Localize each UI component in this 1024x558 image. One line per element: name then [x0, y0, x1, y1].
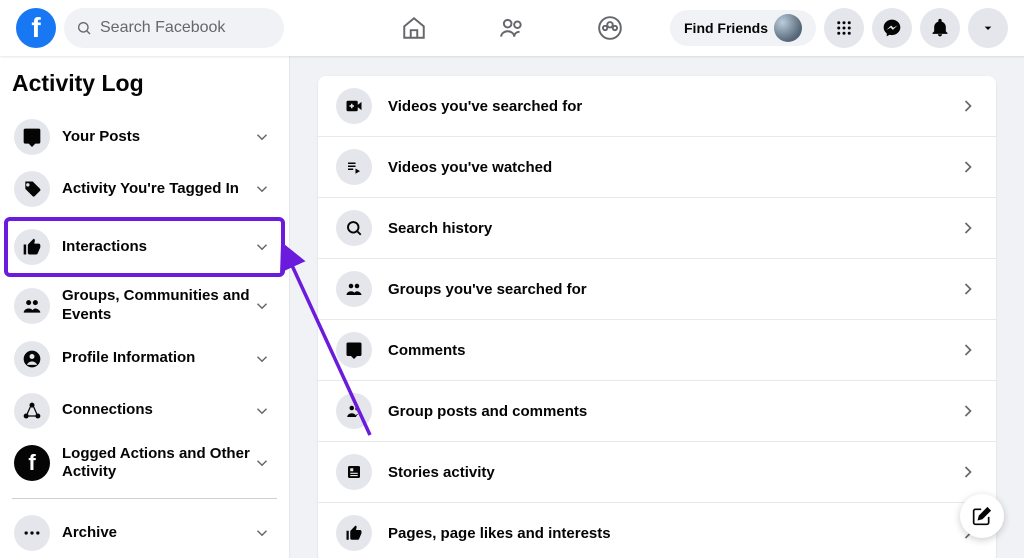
friends-nav[interactable] — [498, 14, 526, 42]
row-stories-activity[interactable]: Stories activity — [318, 441, 996, 502]
chevron-right-icon — [958, 340, 978, 360]
page-title: Activity Log — [8, 66, 281, 111]
messenger-icon — [882, 18, 902, 38]
chevron-right-icon — [958, 462, 978, 482]
row-label: Comments — [388, 342, 958, 359]
main-content: Videos you've searched for Videos you've… — [290, 56, 1024, 558]
divider — [12, 498, 277, 499]
row-group-posts-comments[interactable]: Group posts and comments — [318, 380, 996, 441]
sidebar-item-connections[interactable]: Connections — [8, 385, 281, 437]
sidebar: Activity Log Your Posts Activity You're … — [0, 56, 290, 558]
bell-icon — [930, 18, 950, 38]
row-search-history[interactable]: Search history — [318, 197, 996, 258]
groups-nav-icon — [597, 15, 623, 41]
chevron-down-icon — [253, 238, 271, 256]
messenger-button[interactable] — [872, 8, 912, 48]
find-friends-label: Find Friends — [684, 20, 768, 36]
chevron-down-icon — [253, 350, 271, 368]
sidebar-item-interactions[interactable]: Interactions — [4, 217, 285, 277]
like-icon — [14, 229, 50, 265]
video-add-icon — [336, 88, 372, 124]
center-nav — [400, 14, 624, 42]
sidebar-item-label: Activity You're Tagged In — [62, 180, 253, 199]
sidebar-item-label: Your Posts — [62, 128, 253, 147]
row-label: Videos you've watched — [388, 159, 958, 176]
search-icon — [76, 20, 92, 36]
stories-icon — [336, 454, 372, 490]
chevron-down-icon — [253, 128, 271, 146]
facebook-icon: f — [14, 445, 50, 481]
caret-icon — [980, 20, 996, 36]
chevron-down-icon — [253, 454, 271, 472]
chevron-right-icon — [958, 401, 978, 421]
row-groups-searched[interactable]: Groups you've searched for — [318, 258, 996, 319]
chevron-down-icon — [253, 297, 271, 315]
sidebar-item-label: Archive — [62, 524, 253, 543]
dots-icon — [14, 515, 50, 551]
right-nav: Find Friends — [670, 8, 1008, 48]
sidebar-item-label: Profile Information — [62, 349, 253, 368]
sidebar-item-logged-actions[interactable]: f Logged Actions and Other Activity — [8, 437, 281, 491]
playlist-icon — [336, 149, 372, 185]
friends-icon — [499, 15, 525, 41]
search-icon — [336, 210, 372, 246]
row-label: Group posts and comments — [388, 403, 958, 420]
row-label: Stories activity — [388, 464, 958, 481]
groups-icon — [336, 271, 372, 307]
connections-icon — [14, 393, 50, 429]
grid-icon — [835, 19, 853, 37]
row-videos-searched[interactable]: Videos you've searched for — [318, 76, 996, 136]
sidebar-item-groups[interactable]: Groups, Communities and Events — [8, 279, 281, 333]
home-nav[interactable] — [400, 14, 428, 42]
row-videos-watched[interactable]: Videos you've watched — [318, 136, 996, 197]
home-icon — [401, 15, 427, 41]
chevron-right-icon — [958, 218, 978, 238]
tag-icon — [14, 171, 50, 207]
chevron-down-icon — [253, 524, 271, 542]
row-label: Groups you've searched for — [388, 281, 958, 298]
activity-card: Videos you've searched for Videos you've… — [318, 76, 996, 558]
group-post-icon — [336, 393, 372, 429]
search-placeholder: Search Facebook — [100, 19, 225, 37]
chevron-down-icon — [253, 180, 271, 198]
sidebar-item-label: Groups, Communities and Events — [62, 287, 253, 325]
chevron-right-icon — [958, 157, 978, 177]
profile-icon — [14, 341, 50, 377]
row-label: Pages, page likes and interests — [388, 525, 958, 542]
facebook-logo[interactable]: f — [16, 8, 56, 48]
row-pages-likes[interactable]: Pages, page likes and interests — [318, 502, 996, 558]
sidebar-item-tagged[interactable]: Activity You're Tagged In — [8, 163, 281, 215]
edit-fab[interactable] — [960, 494, 1004, 538]
sidebar-item-archive[interactable]: Archive — [8, 507, 281, 558]
sidebar-item-label: Interactions — [62, 238, 253, 257]
sidebar-item-profile-info[interactable]: Profile Information — [8, 333, 281, 385]
edit-icon — [972, 506, 992, 526]
search-input[interactable]: Search Facebook — [64, 8, 284, 48]
groups-icon — [14, 288, 50, 324]
chat-icon — [14, 119, 50, 155]
page-body: Activity Log Your Posts Activity You're … — [0, 56, 1024, 558]
find-friends-button[interactable]: Find Friends — [670, 10, 816, 46]
chevron-right-icon — [958, 96, 978, 116]
sidebar-item-label: Logged Actions and Other Activity — [62, 445, 253, 483]
menu-button[interactable] — [824, 8, 864, 48]
row-label: Search history — [388, 220, 958, 237]
chevron-right-icon — [958, 279, 978, 299]
comment-icon — [336, 332, 372, 368]
sidebar-item-label: Connections — [62, 401, 253, 420]
notifications-button[interactable] — [920, 8, 960, 48]
account-button[interactable] — [968, 8, 1008, 48]
row-comments[interactable]: Comments — [318, 319, 996, 380]
chevron-down-icon — [253, 402, 271, 420]
like-icon — [336, 515, 372, 551]
top-header: f Search Facebook Find Friends — [0, 0, 1024, 56]
sidebar-item-your-posts[interactable]: Your Posts — [8, 111, 281, 163]
avatar — [774, 14, 802, 42]
groups-nav[interactable] — [596, 14, 624, 42]
row-label: Videos you've searched for — [388, 98, 958, 115]
